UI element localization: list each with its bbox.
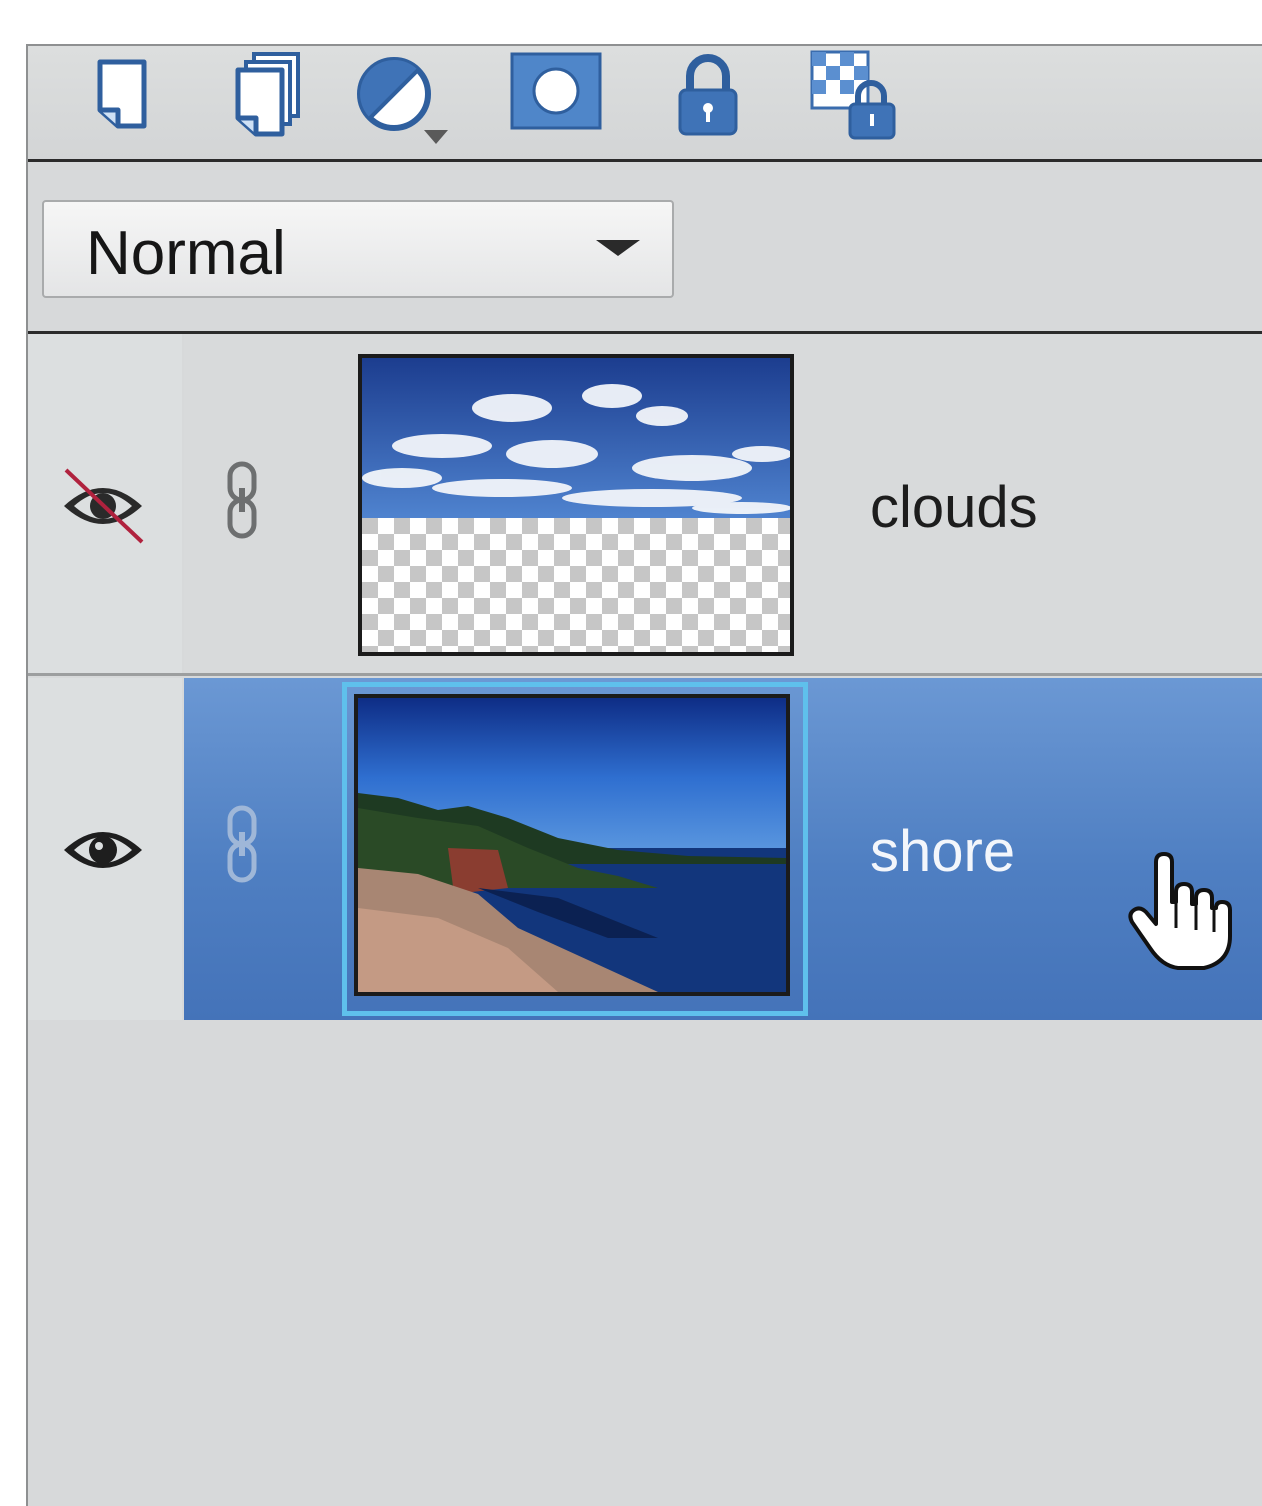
new-group-button[interactable] <box>208 48 308 144</box>
visibility-cell <box>28 334 182 673</box>
clouds-thumbnail-image <box>362 358 790 652</box>
layer-row-clouds[interactable]: clouds <box>28 334 1262 676</box>
lock-all-icon <box>678 54 738 136</box>
layer-mask-icon <box>510 52 602 130</box>
blend-mode-row: Normal <box>28 162 1262 334</box>
blend-mode-value: Normal <box>86 219 286 288</box>
layer-body: clouds <box>184 334 1262 673</box>
eye-icon <box>64 832 142 868</box>
adjustment-layer-icon <box>357 57 448 144</box>
lock-transparency-icon <box>810 50 896 140</box>
link-icon[interactable] <box>222 460 262 540</box>
layer-row-shore[interactable]: shore <box>28 678 1262 1020</box>
layers-toolbar <box>28 46 1262 162</box>
new-layer-button[interactable] <box>66 48 166 144</box>
chain-link-icon <box>227 805 257 883</box>
adjustment-layer-button[interactable] <box>348 48 448 144</box>
layers-panel: Normal clouds shore <box>26 44 1262 1506</box>
layer-name-shore[interactable]: shore <box>870 818 1015 885</box>
visibility-toggle[interactable] <box>58 808 148 888</box>
blend-mode-dropdown[interactable]: Normal <box>42 200 674 298</box>
lock-all-button[interactable] <box>658 48 758 144</box>
visibility-cell <box>28 678 182 1020</box>
layer-thumbnail-shore[interactable] <box>354 694 790 996</box>
layer-body-selected: shore <box>184 678 1262 1020</box>
eye-hidden-icon <box>64 468 144 544</box>
hand-pointer-cursor-icon <box>1126 852 1236 972</box>
shore-thumbnail-image <box>358 698 786 992</box>
layer-thumbnail-clouds[interactable] <box>358 354 794 656</box>
link-icon[interactable] <box>222 804 262 884</box>
chevron-down-icon <box>596 240 640 256</box>
layer-mask-button[interactable] <box>506 48 606 144</box>
layer-name-clouds[interactable]: clouds <box>870 474 1038 541</box>
chain-link-icon <box>227 461 257 539</box>
visibility-toggle[interactable] <box>58 464 148 544</box>
new-group-icon <box>235 52 300 137</box>
lock-transparency-button[interactable] <box>804 48 904 144</box>
new-layer-icon <box>97 59 147 129</box>
